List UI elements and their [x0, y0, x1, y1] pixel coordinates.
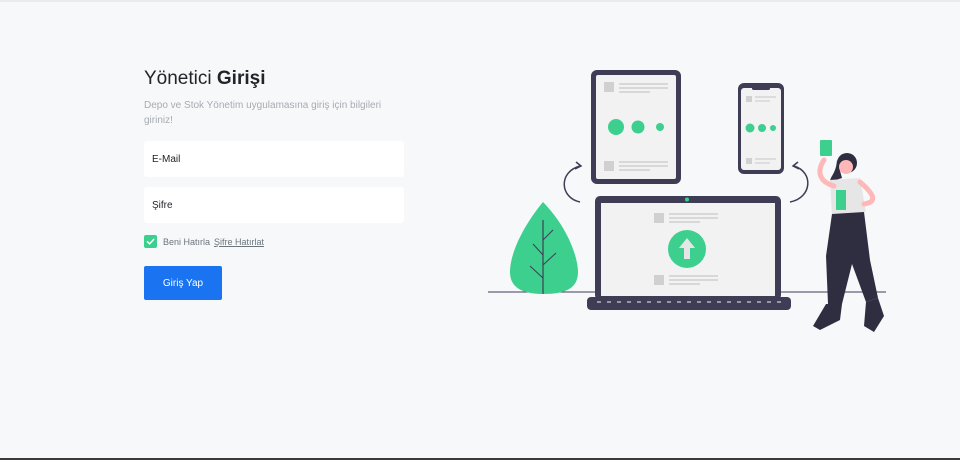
- password-input[interactable]: [152, 199, 404, 211]
- page-title: Yönetici Girişi: [144, 68, 404, 90]
- check-icon: [146, 238, 155, 245]
- top-border: [0, 0, 960, 2]
- left-arrow-icon: [563, 165, 581, 203]
- email-input[interactable]: [152, 153, 404, 165]
- right-arrow-icon: [789, 165, 809, 203]
- forgot-password-link[interactable]: Şifre Hatırlat: [214, 237, 264, 247]
- login-button[interactable]: Giriş Yap: [144, 266, 222, 300]
- person-icon: [813, 140, 884, 332]
- plant-icon: [510, 202, 578, 294]
- title-bold: Girişi: [216, 68, 266, 89]
- phone-icon: [738, 83, 784, 174]
- password-field[interactable]: [144, 187, 404, 223]
- page-subtitle: Depo ve Stok Yönetim uygulamasına giriş …: [144, 100, 382, 126]
- login-panel: Yönetici Girişi Depo ve Stok Yönetim uyg…: [144, 68, 404, 300]
- remember-row: Beni Hatırla Şifre Hatırlat: [144, 235, 404, 248]
- title-normal: Yönetici: [144, 68, 212, 89]
- email-field[interactable]: [144, 141, 404, 177]
- tablet-icon: [591, 70, 681, 184]
- login-illustration: [488, 70, 886, 332]
- laptop-icon: [587, 196, 791, 310]
- remember-label[interactable]: Beni Hatırla: [163, 237, 210, 247]
- remember-checkbox[interactable]: [144, 235, 157, 248]
